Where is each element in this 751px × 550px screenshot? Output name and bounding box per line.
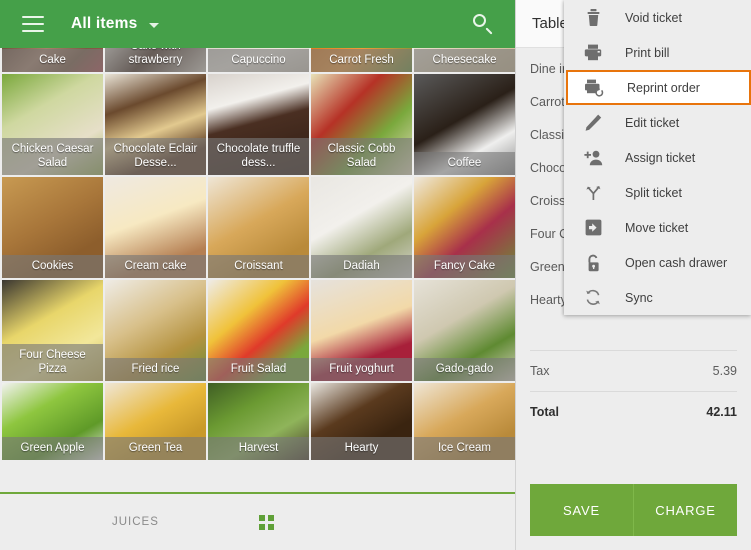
product-label: Chocolate Eclair Desse... [105,138,206,175]
tax-value: 5.39 [712,364,737,378]
product-tile[interactable]: Green Tea [105,383,206,460]
product-tile[interactable]: Fancy Cake [414,177,515,278]
tax-row: Tax 5.39 [516,351,751,391]
product-label: Four Cheese Pizza [2,344,103,381]
menu-item-label: Assign ticket [625,150,696,165]
product-label: Harvest [208,437,309,460]
product-label: Chicken Caesar Salad [2,138,103,175]
product-tile[interactable]: Croissant [208,177,309,278]
charge-button[interactable]: CHARGE [634,484,737,536]
menu-item-assign-ticket[interactable]: Assign ticket [564,140,751,175]
product-label: Fancy Cake [414,255,515,278]
grid-view-icon[interactable] [259,514,274,530]
total-value: 42.11 [706,405,737,419]
product-label: Ice Cream [414,437,515,460]
product-label: Cream cake [105,255,206,278]
menu-item-label: Print bill [625,45,670,60]
product-tile[interactable]: Fruit Salad [208,280,309,381]
menu-item-split-ticket[interactable]: Split ticket [564,175,751,210]
menu-item-label: Reprint order [627,80,700,95]
ticket-actions: SAVE CHARGE [530,484,737,536]
product-tile[interactable]: Hearty [311,383,412,460]
product-tile[interactable]: Chocolate truffle dess... [208,74,309,175]
menu-item-label: Open cash drawer [625,255,728,270]
chevron-down-icon[interactable] [149,23,160,28]
product-label: Capuccino [208,49,309,72]
save-button[interactable]: SAVE [530,484,633,536]
product-label: Croissant [208,255,309,278]
product-tile[interactable]: Cookies [2,177,103,278]
product-tile[interactable]: Four Cheese Pizza [2,280,103,381]
product-label: Fruit Salad [208,358,309,381]
product-tile[interactable]: Dadiah [311,177,412,278]
menu-item-label: Split ticket [625,185,682,200]
ticket-options-menu: Void ticket Print bill Reprint order Edit t… [564,0,751,315]
product-tile[interactable]: Cream cake [105,177,206,278]
totals-section: Tax 5.39 Total 42.11 [516,350,751,432]
menu-item-label: Edit ticket [625,115,680,130]
pencil-icon [582,112,604,134]
product-tile[interactable]: Ice Cream [414,383,515,460]
category-label[interactable]: JUICES [112,516,159,528]
pos-app-window: All items CakeCake with strawberryCapucc… [0,0,751,550]
unlock-icon [582,252,604,274]
hamburger-icon[interactable] [22,16,44,32]
menu-item-move-ticket[interactable]: Move ticket [564,210,751,245]
product-label: Cheesecake [414,49,515,72]
product-label: Cake [2,49,103,72]
search-icon[interactable] [473,14,493,35]
bottom-category-bar: JUICES [0,492,515,550]
arrow-right-box-icon [582,217,604,239]
menu-item-print-bill[interactable]: Print bill [564,35,751,70]
product-tile[interactable]: Chocolate Eclair Desse... [105,74,206,175]
menu-item-reprint-order[interactable]: Reprint order [566,70,751,105]
product-label: Gado-gado [414,358,515,381]
split-branch-icon [582,182,604,204]
total-row: Total 42.11 [516,392,751,432]
product-tile[interactable]: Classic Cobb Salad [311,74,412,175]
product-tile[interactable]: Chicken Caesar Salad [2,74,103,175]
product-tile[interactable]: Fried rice [105,280,206,381]
menu-item-edit-ticket[interactable]: Edit ticket [564,105,751,140]
reprint-printer-icon [584,77,606,99]
menu-item-open-cash-drawer[interactable]: Open cash drawer [564,245,751,280]
sync-icon [582,287,604,309]
page-title: All items [71,15,138,32]
menu-item-label: Move ticket [625,220,689,235]
product-label: Green Apple [2,437,103,460]
product-label: Hearty [311,437,412,460]
total-label: Total [530,405,559,419]
person-add-icon [582,147,604,169]
product-label: Classic Cobb Salad [311,138,412,175]
trash-icon [582,7,604,29]
product-tile[interactable]: Harvest [208,383,309,460]
tax-label: Tax [530,364,550,378]
menu-item-label: Void ticket [625,10,682,25]
product-label: Coffee [414,152,515,175]
menu-item-void-ticket[interactable]: Void ticket [564,0,751,35]
product-label: Cookies [2,255,103,278]
product-label: Fried rice [105,358,206,381]
menu-item-label: Sync [625,290,653,305]
product-label: Carrot Fresh [311,49,412,72]
product-tile[interactable]: Coffee [414,74,515,175]
product-label: Green Tea [105,437,206,460]
product-label: Dadiah [311,255,412,278]
product-tile[interactable]: Fruit yoghurt [311,280,412,381]
top-app-bar: All items [0,0,515,48]
product-tile[interactable]: Green Apple [2,383,103,460]
product-grid-panel: All items CakeCake with strawberryCapucc… [0,0,515,550]
product-label: Chocolate truffle dess... [208,138,309,175]
menu-item-sync[interactable]: Sync [564,280,751,315]
product-label: Fruit yoghurt [311,358,412,381]
product-grid: CakeCake with strawberryCapuccinoCarrot … [2,40,515,460]
product-tile[interactable]: Gado-gado [414,280,515,381]
printer-icon [582,42,604,64]
